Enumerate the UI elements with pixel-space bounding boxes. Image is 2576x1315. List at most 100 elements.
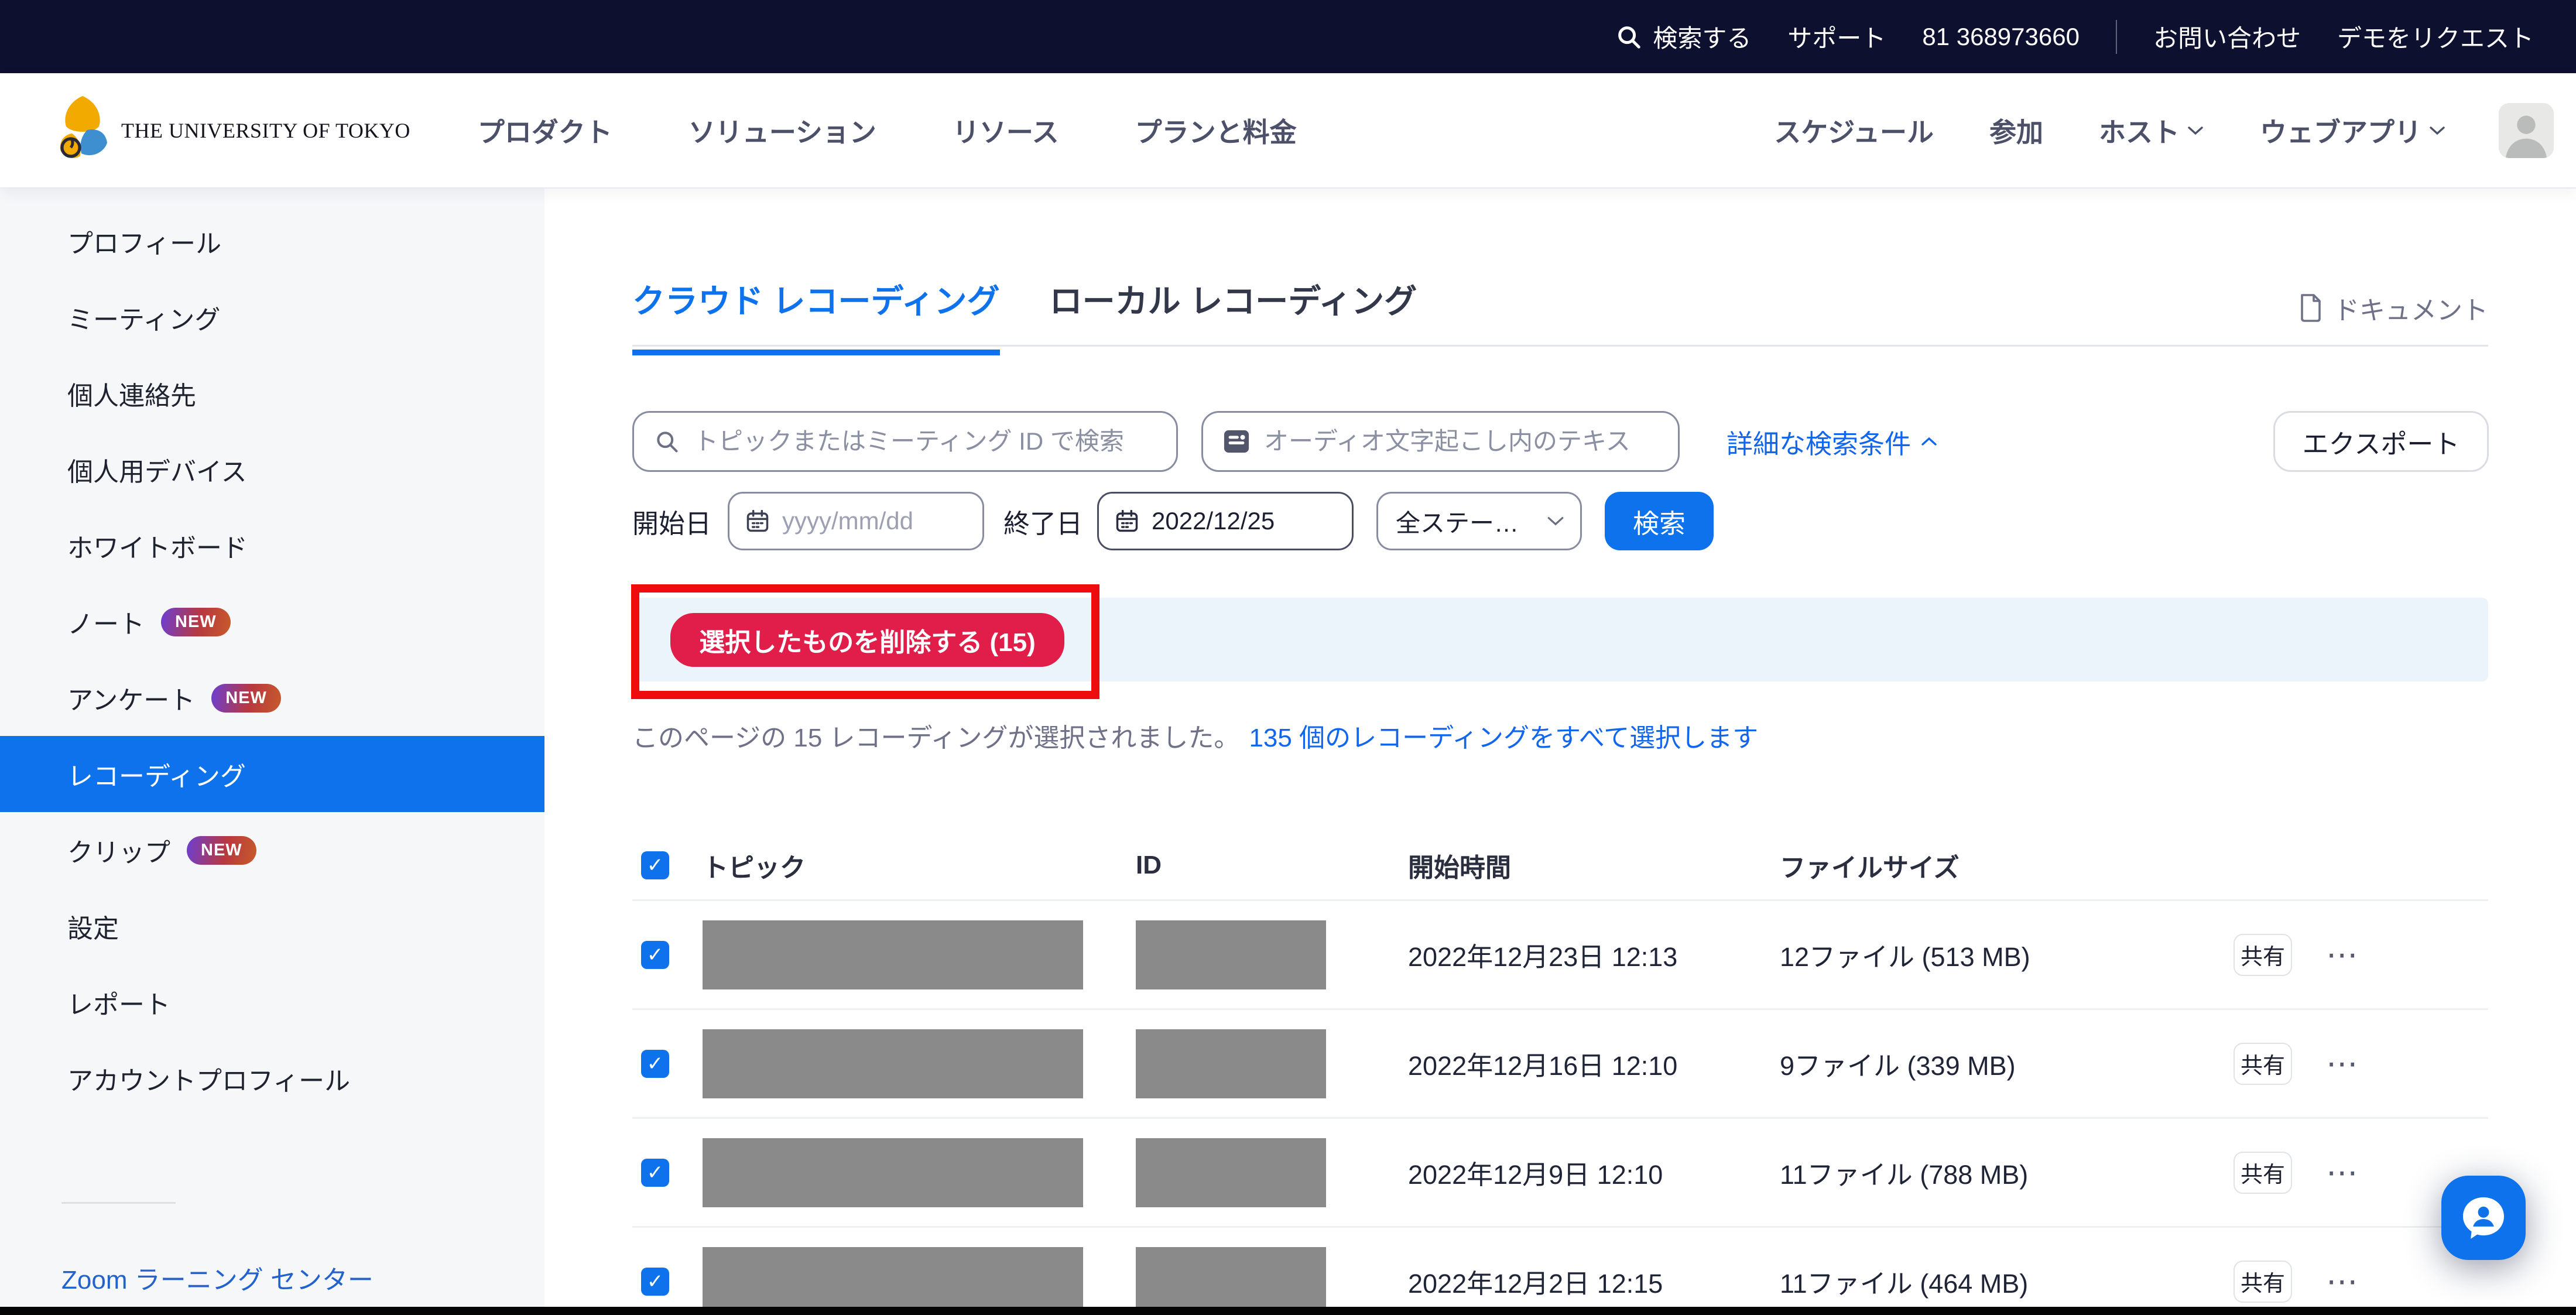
status-dropdown[interactable]: 全ステー… bbox=[1376, 492, 1582, 550]
nav-schedule[interactable]: スケジュール bbox=[1774, 111, 1934, 150]
search-icon bbox=[654, 429, 680, 454]
global-search-button[interactable]: 検索する bbox=[1615, 19, 1751, 54]
sidebar-item-contacts[interactable]: 個人連絡先 bbox=[0, 355, 544, 432]
new-badge: NEW bbox=[161, 608, 231, 636]
request-demo-link[interactable]: デモをリクエスト bbox=[2337, 19, 2534, 54]
calendar-icon bbox=[1114, 508, 1140, 534]
chevron-down-icon bbox=[2428, 125, 2446, 136]
global-search-label: 検索する bbox=[1653, 19, 1751, 54]
sidebar-item-notes[interactable]: ノート NEW bbox=[0, 584, 544, 660]
check-icon: ✓ bbox=[647, 1054, 664, 1074]
sidebar-item-meetings[interactable]: ミーティング bbox=[0, 279, 544, 355]
tab-cloud-recordings[interactable]: クラウド レコーディング bbox=[632, 275, 1000, 355]
delete-selected-button[interactable]: 選択したものを削除する (15) bbox=[670, 613, 1064, 667]
table-row: ✓ 2022年12月16日 12:10 9ファイル (339 MB) 共有 ⋯ bbox=[632, 1010, 2488, 1119]
row-start-time: 2022年12月16日 12:10 bbox=[1408, 1045, 1780, 1083]
share-button[interactable]: 共有 bbox=[2234, 1043, 2292, 1085]
sidebar-item-devices[interactable]: 個人用デバイス bbox=[0, 432, 544, 508]
profile-avatar[interactable] bbox=[2499, 103, 2554, 158]
nav-join[interactable]: 参加 bbox=[1989, 111, 2043, 150]
new-badge: NEW bbox=[211, 684, 281, 713]
row-checkbox[interactable]: ✓ bbox=[641, 941, 669, 969]
end-date-field[interactable] bbox=[1097, 492, 1354, 550]
nav-host-menu[interactable]: ホスト bbox=[2099, 111, 2204, 150]
search-icon bbox=[1615, 23, 1642, 50]
more-actions-button[interactable]: ⋯ bbox=[2326, 1266, 2359, 1297]
redacted-topic bbox=[703, 1029, 1083, 1098]
redacted-id bbox=[1136, 1247, 1326, 1307]
search-button[interactable]: 検索 bbox=[1605, 492, 1714, 550]
ginkgo-logo-icon bbox=[56, 95, 109, 166]
share-button[interactable]: 共有 bbox=[2234, 934, 2292, 976]
sidebar-item-recordings[interactable]: レコーディング bbox=[0, 736, 544, 812]
learning-center-link[interactable]: Zoom ラーニング センター bbox=[61, 1259, 374, 1296]
new-badge: NEW bbox=[187, 836, 256, 865]
selection-summary: このページの 15 レコーディングが選択されました。135 個のレコーディングを… bbox=[632, 717, 1758, 754]
export-button[interactable]: エクスポート bbox=[2273, 411, 2489, 472]
transcript-search-field[interactable] bbox=[1201, 411, 1680, 472]
row-file-size: 9ファイル (339 MB) bbox=[1780, 1045, 2234, 1083]
start-date-label: 開始日 bbox=[632, 492, 711, 550]
nav-webapp-menu[interactable]: ウェブアプリ bbox=[2260, 111, 2446, 150]
select-all-checkbox[interactable]: ✓ bbox=[641, 851, 669, 879]
more-actions-button[interactable]: ⋯ bbox=[2326, 939, 2359, 971]
filter-row: 開始日 終了日 全ステー… bbox=[632, 492, 2488, 550]
row-start-time: 2022年12月2日 12:15 bbox=[1408, 1262, 1780, 1300]
nav-item-solutions[interactable]: ソリューション bbox=[688, 111, 876, 150]
row-checkbox[interactable]: ✓ bbox=[641, 1159, 669, 1187]
table-row: ✓ 2022年12月23日 12:13 12ファイル (513 MB) 共有 ⋯ bbox=[632, 901, 2488, 1010]
sidebar-item-reports[interactable]: レポート bbox=[0, 964, 544, 1040]
row-file-size: 12ファイル (513 MB) bbox=[1780, 936, 2234, 974]
main-content: クラウド レコーディング ローカル レコーディング ドキュメント bbox=[544, 189, 2576, 1307]
end-date-label: 終了日 bbox=[1003, 492, 1083, 550]
row-start-time: 2022年12月23日 12:13 bbox=[1408, 936, 1780, 974]
topic-search-field[interactable] bbox=[632, 411, 1178, 472]
nav-item-plans[interactable]: プランと料金 bbox=[1135, 111, 1297, 150]
audio-transcript-icon bbox=[1223, 428, 1250, 455]
start-date-input[interactable] bbox=[782, 507, 968, 535]
sidebar-item-account-profile[interactable]: アカウントプロフィール bbox=[0, 1040, 544, 1117]
sidebar-item-settings[interactable]: 設定 bbox=[0, 888, 544, 964]
share-button[interactable]: 共有 bbox=[2234, 1261, 2292, 1303]
check-icon: ✓ bbox=[647, 945, 664, 965]
chevron-down-icon bbox=[1546, 515, 1565, 528]
chat-bubble-person-icon bbox=[2459, 1193, 2508, 1242]
search-row: 詳細な検索条件 エクスポート bbox=[632, 411, 2488, 472]
transcript-search-input[interactable] bbox=[1264, 427, 1660, 456]
phone-number[interactable]: 81 368973660 bbox=[1922, 23, 2080, 51]
col-header-start: 開始時間 bbox=[1408, 847, 1780, 884]
main-navbar: THE UNIVERSITY OF TOKYO プロダクト ソリューション リソ… bbox=[0, 73, 2576, 189]
row-checkbox[interactable]: ✓ bbox=[641, 1050, 669, 1078]
sidebar-item-profile[interactable]: プロフィール bbox=[0, 203, 544, 279]
sidebar-divider bbox=[61, 1202, 176, 1204]
redacted-id bbox=[1136, 920, 1326, 989]
support-chat-button[interactable] bbox=[2441, 1176, 2526, 1260]
tab-local-recordings[interactable]: ローカル レコーディング bbox=[1050, 275, 1417, 355]
select-all-link[interactable]: 135 個のレコーディングをすべて選択します bbox=[1249, 724, 1758, 752]
redacted-topic bbox=[703, 1138, 1083, 1207]
end-date-input[interactable] bbox=[1152, 507, 1338, 535]
nav-item-products[interactable]: プロダクト bbox=[478, 111, 612, 150]
documentation-link[interactable]: ドキュメント bbox=[2298, 289, 2488, 327]
sidebar-item-clips[interactable]: クリップ NEW bbox=[0, 812, 544, 888]
row-file-size: 11ファイル (788 MB) bbox=[1780, 1153, 2234, 1191]
person-icon bbox=[2499, 103, 2554, 158]
advanced-search-toggle[interactable]: 詳細な検索条件 bbox=[1727, 411, 1938, 472]
sidebar-item-whiteboard[interactable]: ホワイトボード bbox=[0, 508, 544, 584]
support-link[interactable]: サポート bbox=[1787, 19, 1886, 54]
chevron-up-icon bbox=[1920, 436, 1938, 447]
more-actions-button[interactable]: ⋯ bbox=[2326, 1157, 2359, 1189]
redacted-id bbox=[1136, 1029, 1326, 1098]
col-header-topic: トピック bbox=[703, 847, 1136, 884]
university-logo[interactable]: THE UNIVERSITY OF TOKYO bbox=[56, 95, 410, 166]
nav-item-resources[interactable]: リソース bbox=[953, 111, 1059, 150]
topic-search-input[interactable] bbox=[694, 427, 1159, 456]
row-checkbox[interactable]: ✓ bbox=[641, 1268, 669, 1296]
recording-tabs: クラウド レコーディング ローカル レコーディング bbox=[632, 275, 1417, 355]
share-button[interactable]: 共有 bbox=[2234, 1152, 2292, 1194]
contact-link[interactable]: お問い合わせ bbox=[2153, 19, 2301, 54]
start-date-field[interactable] bbox=[728, 492, 984, 550]
sidebar-item-surveys[interactable]: アンケート NEW bbox=[0, 660, 544, 736]
check-icon: ✓ bbox=[647, 1272, 664, 1292]
more-actions-button[interactable]: ⋯ bbox=[2326, 1048, 2359, 1080]
